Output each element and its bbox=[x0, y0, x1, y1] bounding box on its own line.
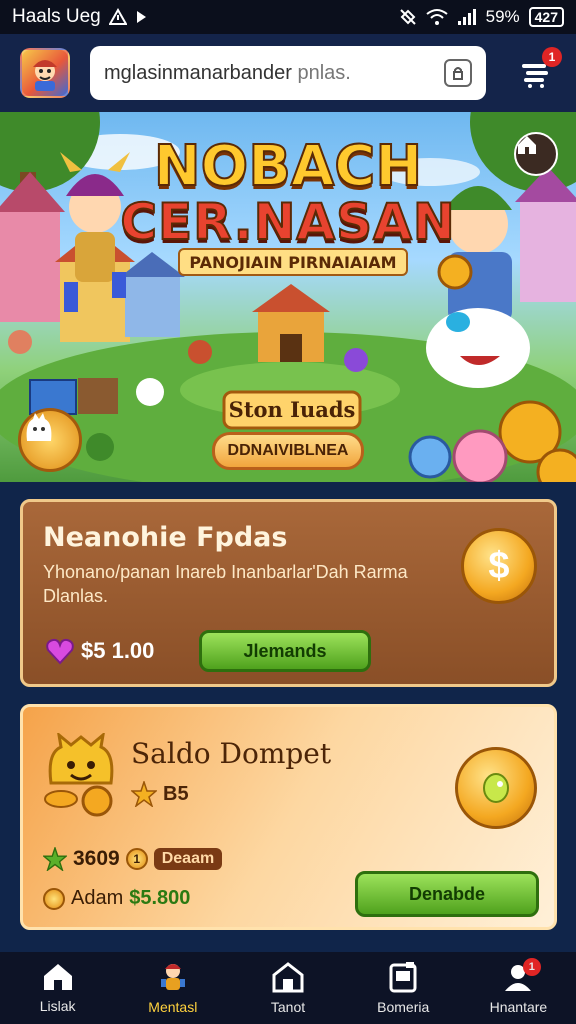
star-icon bbox=[131, 781, 157, 807]
banner-cta-button[interactable]: DDNAIVIBLNEA bbox=[212, 432, 364, 470]
status-bar: Haals Ueg 59% 427 bbox=[0, 0, 576, 34]
balance-amount: $5.800 bbox=[129, 887, 191, 909]
green-star-icon bbox=[43, 847, 67, 871]
wallet-button[interactable]: Denabde bbox=[355, 871, 539, 917]
url-text: mglasinmanarbander pnlas. bbox=[104, 61, 351, 84]
cart-button[interactable]: 1 bbox=[516, 47, 562, 93]
rating-value: B5 bbox=[163, 782, 189, 805]
nav-label: Tanot bbox=[270, 999, 306, 1015]
alert-icon bbox=[108, 8, 127, 26]
battery-label: 427 bbox=[534, 9, 558, 25]
profile-badge: 1 bbox=[522, 958, 541, 976]
character-icon bbox=[160, 964, 185, 990]
mute-icon bbox=[399, 8, 417, 26]
banner-title-line2: CER.NASAN bbox=[119, 192, 456, 252]
gem-coin-icon bbox=[455, 747, 537, 829]
bottom-nav: Lislak Mentasl Tanot Bomeria 1 Hnantare bbox=[0, 952, 576, 1024]
wallet-title: Saldo Dompet bbox=[131, 737, 332, 770]
signal-icon bbox=[457, 8, 477, 26]
cart-badge: 1 bbox=[542, 47, 562, 67]
offer-description: Yhonano/panan Inareb Inanbarlar'Dah Rarm… bbox=[43, 562, 408, 606]
carrier-label: Haals Ueg bbox=[12, 6, 101, 27]
cat-icon bbox=[26, 413, 52, 441]
banner-title-line1: NOBACH bbox=[153, 133, 423, 200]
offer-title: Neanohie Fpdas bbox=[43, 522, 288, 553]
nav-item-home[interactable]: Lislak bbox=[0, 952, 115, 1024]
nav-item-character[interactable]: Mentasl bbox=[115, 952, 230, 1024]
wifi-icon bbox=[425, 8, 448, 26]
nav-label: Bomeria bbox=[377, 999, 430, 1015]
nav-item-profile[interactable]: 1 Hnantare bbox=[461, 952, 576, 1024]
gem-heart-icon bbox=[46, 638, 74, 665]
nav-item-cards[interactable]: Bomeria bbox=[346, 952, 461, 1024]
character-button[interactable] bbox=[18, 408, 82, 472]
offer-price: $5 1.00 bbox=[45, 636, 154, 666]
hero-banner[interactable]: NOBACH CER.NASAN PANOJIAIN PIRNAIAIAM St… bbox=[0, 112, 576, 482]
coin-icon: 1 bbox=[125, 848, 148, 870]
offer-button[interactable]: Jlemands bbox=[199, 630, 371, 672]
top-bar: mglasinmanarbander pnlas. 1 bbox=[0, 34, 576, 112]
home-icon bbox=[43, 964, 72, 990]
nav-item-house[interactable]: Tanot bbox=[230, 952, 345, 1024]
stage-label: Ston Iuads bbox=[228, 396, 356, 422]
nav-label: Mentasl bbox=[148, 999, 198, 1015]
wallet-card: Saldo Dompet B5 3609 1 Deaam Adam $5.800… bbox=[20, 704, 557, 930]
balance-label: Adam bbox=[71, 887, 124, 909]
wallet-tag: Deaam bbox=[153, 848, 223, 870]
app-logo[interactable] bbox=[20, 48, 70, 98]
points-value: 3609 bbox=[73, 847, 120, 870]
battery-icon: 427 bbox=[528, 7, 564, 27]
wallet-rating: B5 bbox=[131, 781, 189, 807]
navigation-icon bbox=[135, 10, 147, 24]
home-button[interactable] bbox=[514, 132, 558, 176]
points-row: 3609 1 Deaam bbox=[43, 847, 223, 871]
balance-row: Adam $5.800 bbox=[43, 887, 190, 910]
url-input[interactable]: mglasinmanarbander pnlas. bbox=[90, 46, 486, 100]
battery-percent: 59% bbox=[485, 7, 520, 26]
nav-label: Hnantare bbox=[489, 999, 548, 1015]
mascot-icon bbox=[44, 733, 114, 817]
dollar-coin-icon: $ bbox=[461, 528, 537, 604]
offer-card: Neanohie Fpdas Yhonano/panan Inareb Inan… bbox=[20, 499, 557, 687]
balance-coin-icon bbox=[43, 887, 65, 910]
banner-subtitle: PANOJIAIN PIRNAIAIAM bbox=[178, 248, 408, 276]
house-icon bbox=[272, 962, 304, 993]
home-icon bbox=[518, 136, 536, 154]
nav-label: Lislak bbox=[39, 998, 76, 1014]
tab-switcher-icon[interactable] bbox=[444, 59, 472, 87]
price-value: $5 1.00 bbox=[81, 638, 155, 663]
card-icon bbox=[389, 962, 417, 993]
